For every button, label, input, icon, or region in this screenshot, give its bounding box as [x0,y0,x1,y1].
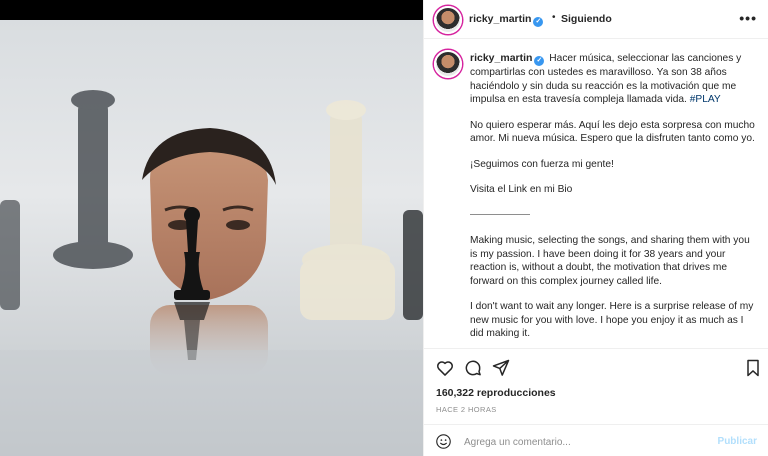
black-piece-left [0,200,20,310]
caption-avatar[interactable] [434,50,462,78]
caption-paragraph-2: No quiero esperar más. Aquí les dejo est… [470,119,755,145]
header-username[interactable]: ricky_martin ✓ [469,13,544,27]
comment-input[interactable] [464,434,694,450]
caption-username[interactable]: ricky_martin ✓ [470,52,545,66]
caption-paragraph-3: ¡Seguimos con fuerza mi gente! [470,158,614,170]
share-icon[interactable] [491,358,511,378]
post-video[interactable] [0,20,423,456]
emoji-icon[interactable] [435,433,452,450]
following-button[interactable]: Siguiendo [561,13,612,25]
avatar[interactable] [434,6,462,34]
caption-paragraph-5: Making music, selecting the songs, and s… [470,235,750,287]
caption-paragraph-4: Visita el Link en mi Bio [470,184,573,195]
caption-text: ricky_martin ✓ Hacer música, seleccionar … [470,52,758,347]
comment-bar: Publicar [424,424,768,456]
bookmark-icon[interactable] [743,358,763,378]
divider-line [470,214,530,216]
post-header: ricky_martin ✓ • Siguiendo ••• [424,0,768,39]
media-top-bar [0,0,423,20]
post-timestamp[interactable]: HACE 2 HORAS [436,405,497,414]
action-bar [424,348,768,382]
face [142,128,276,300]
black-king-blur [53,90,133,269]
view-count[interactable]: 160,322 reproducciones [436,387,556,399]
post-side-panel: ricky_martin ✓ • Siguiendo ••• ricky_mart… [423,0,768,456]
video-frame [0,90,423,456]
white-king-blur [300,100,395,320]
publish-button[interactable]: Publicar [718,436,757,447]
caption-area[interactable]: ricky_martin ✓ Hacer música, seleccionar … [424,40,768,347]
verified-icon: ✓ [533,17,544,27]
hashtag-link[interactable]: #PLAY [690,94,721,105]
comment-icon[interactable] [463,358,483,378]
separator-dot: • [552,12,556,23]
caption-paragraph-6: I don't want to wait any longer. Here is… [470,301,754,339]
heart-icon[interactable] [435,358,455,378]
more-icon[interactable]: ••• [739,10,757,26]
verified-icon: ✓ [534,56,545,66]
black-piece-right [403,210,423,320]
